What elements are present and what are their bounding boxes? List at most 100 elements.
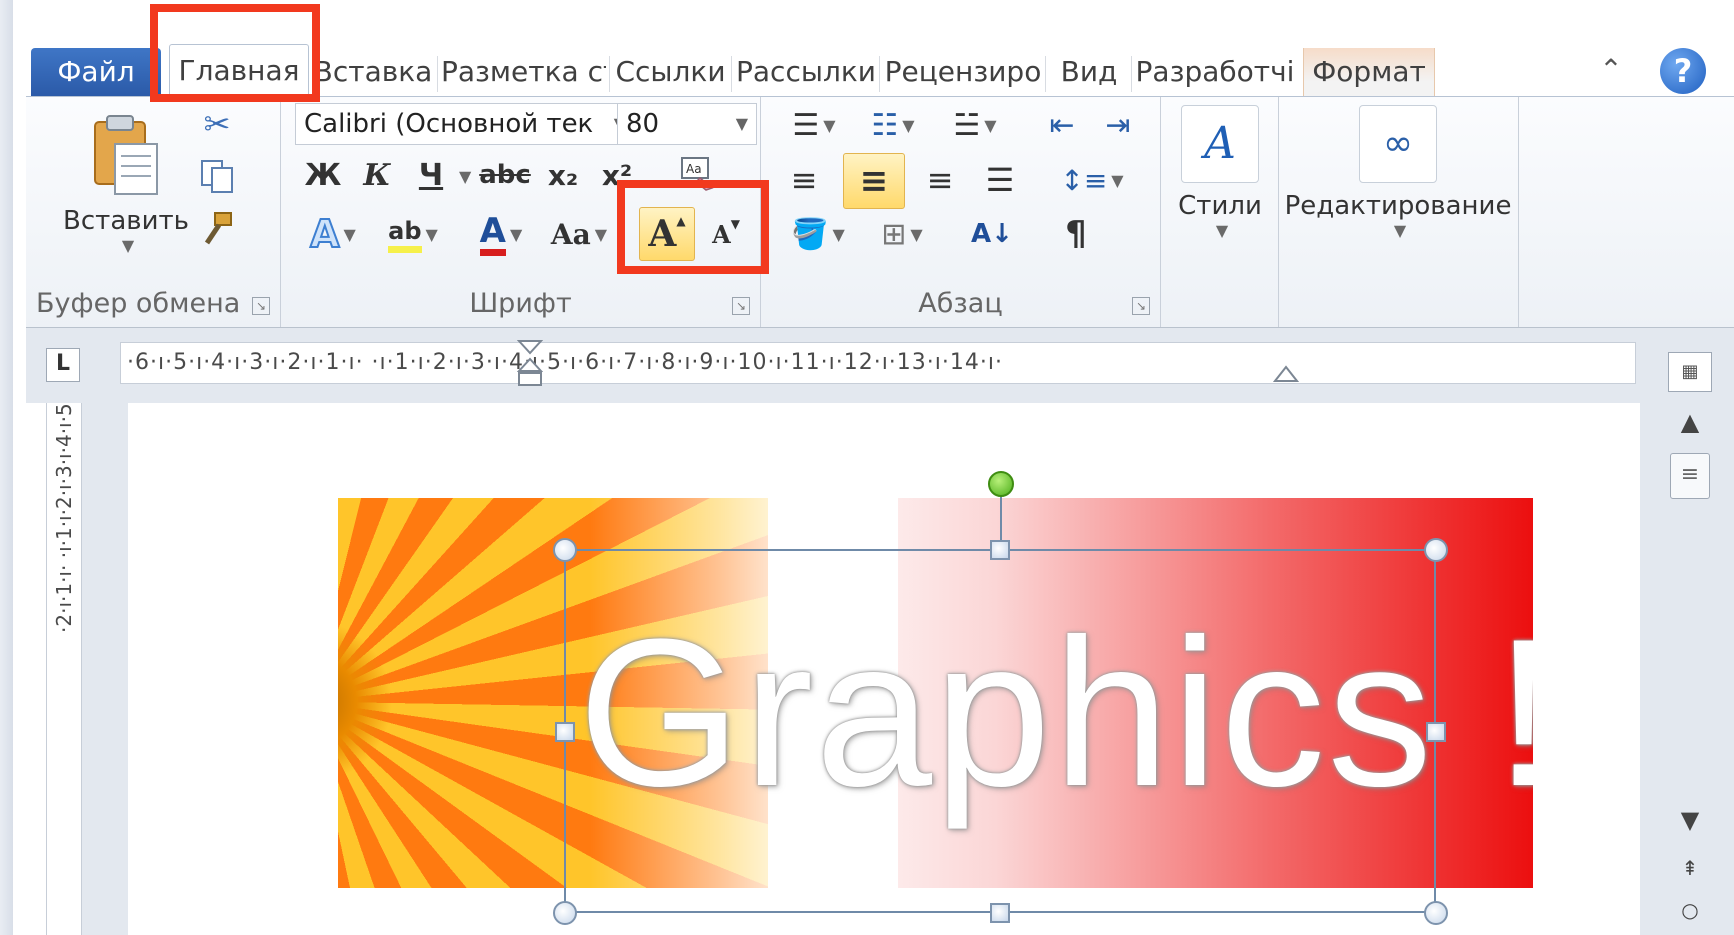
previous-page-icon[interactable]: ⇞ bbox=[1668, 846, 1712, 890]
tab-developer[interactable]: Разработчі bbox=[1135, 48, 1295, 96]
editing-dropdown-icon[interactable]: ▼ bbox=[1394, 221, 1406, 240]
tab-page-layout[interactable]: Разметка ст bbox=[441, 48, 606, 96]
right-indent-handle[interactable] bbox=[1273, 353, 1299, 407]
line-spacing-button[interactable]: ↕≡ ▼ bbox=[1057, 155, 1127, 205]
cut-button[interactable]: ✂ bbox=[194, 101, 240, 147]
text-effects-button[interactable]: A ▼ bbox=[301, 209, 365, 259]
bold-button[interactable]: Ж bbox=[301, 153, 345, 197]
horizontal-ruler[interactable]: ·6·ı·5·ı·4·ı·3·ı·2·ı·1·ı· ·ı·1·ı·2·ı·3·ı… bbox=[120, 340, 1636, 386]
sort-button[interactable]: А↓ bbox=[967, 209, 1017, 259]
strikethrough-button[interactable]: abc bbox=[477, 153, 533, 197]
vertical-ruler[interactable]: ·2·ı·1·ı· ·ı·1·ı·2·ı·3·ı·4·ı·5 bbox=[46, 403, 82, 935]
paste-dropdown-icon[interactable]: ▼ bbox=[122, 236, 134, 255]
first-line-indent-handle[interactable] bbox=[517, 339, 543, 393]
align-right-button[interactable]: ≡ bbox=[915, 155, 965, 205]
paste-label: Вставить bbox=[63, 205, 189, 236]
resize-handle-bottom[interactable] bbox=[990, 903, 1010, 923]
borders-button[interactable]: ⊞ ▼ bbox=[865, 209, 939, 259]
format-painter-icon bbox=[204, 212, 232, 245]
group-clipboard: Вставить ▼ ✂ Буфер обмена ↘ bbox=[26, 97, 281, 327]
underline-dropdown-icon[interactable]: ▼ bbox=[459, 167, 471, 186]
superscript-button[interactable]: x² bbox=[595, 153, 639, 197]
help-icon[interactable]: ? bbox=[1660, 48, 1706, 94]
numbering-dropdown-icon[interactable]: ▼ bbox=[902, 116, 914, 135]
subscript-button[interactable]: x₂ bbox=[541, 153, 585, 197]
copy-button[interactable] bbox=[194, 153, 240, 199]
resize-handle-bottom-left[interactable] bbox=[553, 901, 577, 925]
browse-object-icon[interactable]: ○ bbox=[1668, 888, 1712, 932]
shrink-font-icon: A bbox=[712, 219, 731, 249]
decrease-indent-icon: ⇤ bbox=[1049, 107, 1075, 143]
scroll-down-icon[interactable]: ▼ bbox=[1668, 798, 1712, 842]
text-effects-icon: A bbox=[309, 211, 340, 257]
underline-button[interactable]: Ч bbox=[409, 153, 453, 197]
tab-view[interactable]: Вид bbox=[1049, 48, 1129, 96]
tab-mailings[interactable]: Рассылки bbox=[735, 48, 877, 96]
increase-indent-button[interactable]: ⇥ bbox=[1093, 103, 1143, 147]
align-right-icon: ≡ bbox=[926, 161, 954, 199]
clear-formatting-button[interactable]: Aa bbox=[673, 151, 723, 195]
multilevel-dropdown-icon[interactable]: ▼ bbox=[984, 116, 996, 135]
font-size-value: 80 bbox=[626, 109, 660, 139]
font-color-dropdown-icon[interactable]: ▼ bbox=[510, 225, 522, 244]
text-effects-dropdown-icon[interactable]: ▼ bbox=[344, 225, 356, 244]
shading-button[interactable]: 🪣 ▼ bbox=[781, 209, 855, 259]
borders-dropdown-icon[interactable]: ▼ bbox=[910, 225, 922, 244]
highlight-color-button[interactable]: ab ▼ bbox=[373, 209, 453, 259]
highlight-dropdown-icon[interactable]: ▼ bbox=[426, 225, 438, 244]
change-case-button[interactable]: Aa ▼ bbox=[543, 209, 615, 259]
line-spacing-dropdown-icon[interactable]: ▼ bbox=[1111, 171, 1123, 190]
clipboard-launcher-icon[interactable]: ↘ bbox=[252, 297, 270, 315]
ribbon-tab-bar: Файл Главная Вставка Разметка ст Ссылки … bbox=[13, 18, 1734, 98]
shrink-font-button[interactable]: A ▼ bbox=[701, 207, 751, 261]
tab-insert[interactable]: Вставка bbox=[311, 48, 435, 96]
numbering-button[interactable]: ☷ ▼ bbox=[857, 103, 929, 147]
resize-handle-bottom-right[interactable] bbox=[1424, 901, 1448, 925]
bullets-dropdown-icon[interactable]: ▼ bbox=[823, 116, 835, 135]
view-ruler-icon[interactable]: ▦ bbox=[1668, 352, 1712, 392]
align-center-button[interactable]: ≡ bbox=[843, 153, 905, 209]
minimize-ribbon-icon[interactable]: ⌃ bbox=[1593, 52, 1629, 88]
multilevel-list-button[interactable]: ☱ ▼ bbox=[939, 103, 1011, 147]
tab-file[interactable]: Файл bbox=[31, 48, 161, 96]
font-size-dropdown-icon[interactable]: ▼ bbox=[736, 104, 748, 144]
resize-handle-right[interactable] bbox=[1426, 722, 1446, 742]
decrease-indent-button[interactable]: ⇤ bbox=[1037, 103, 1087, 147]
font-size-combo[interactable]: 80 ▼ bbox=[617, 103, 757, 145]
show-formatting-button[interactable]: ¶ bbox=[1051, 209, 1101, 259]
tab-references[interactable]: Ссылки bbox=[613, 48, 728, 96]
editing-button[interactable]: ∞ Редактирование ▼ bbox=[1285, 97, 1511, 247]
paragraph-launcher-icon[interactable]: ↘ bbox=[1132, 297, 1150, 315]
scrollbar-thumb[interactable]: ≡ bbox=[1670, 453, 1710, 499]
tab-format[interactable]: Формат bbox=[1303, 48, 1435, 96]
resize-handle-top[interactable] bbox=[990, 540, 1010, 560]
paste-button[interactable]: Вставить ▼ bbox=[56, 103, 196, 263]
scroll-up-icon[interactable]: ▲ bbox=[1668, 400, 1712, 444]
font-color-button[interactable]: A ▼ bbox=[461, 209, 541, 259]
font-name-combo[interactable]: Calibri (Основной тек ▼ bbox=[295, 103, 635, 145]
bullets-button[interactable]: ☰ ▼ bbox=[781, 103, 847, 147]
grow-arrow-icon: ▲ bbox=[676, 214, 686, 228]
scissors-icon: ✂ bbox=[203, 105, 231, 143]
justify-button[interactable]: ☰ bbox=[975, 155, 1025, 205]
copy-icon bbox=[201, 160, 233, 193]
styles-button[interactable]: A Стили ▼ bbox=[1167, 97, 1273, 247]
vertical-scrollbar[interactable]: ▦ ▲ ≡ ▼ ⇞ ○ bbox=[1648, 328, 1734, 935]
align-left-button[interactable]: ≡ bbox=[779, 155, 829, 205]
textbox-selection-frame[interactable] bbox=[564, 549, 1436, 913]
rotation-handle[interactable] bbox=[988, 471, 1014, 497]
tab-review[interactable]: Рецензиро bbox=[883, 48, 1043, 96]
grow-font-button[interactable]: A ▲ bbox=[639, 207, 695, 261]
font-launcher-icon[interactable]: ↘ bbox=[732, 297, 750, 315]
change-case-dropdown-icon[interactable]: ▼ bbox=[595, 225, 607, 244]
ribbon-home: Вставить ▼ ✂ Буфер обмена ↘ Calibri (Осн… bbox=[26, 96, 1734, 328]
format-painter-button[interactable] bbox=[194, 207, 240, 253]
resize-handle-top-left[interactable] bbox=[553, 538, 577, 562]
styles-dropdown-icon[interactable]: ▼ bbox=[1216, 221, 1228, 240]
resize-handle-top-right[interactable] bbox=[1424, 538, 1448, 562]
resize-handle-left[interactable] bbox=[555, 722, 575, 742]
tab-home[interactable]: Главная bbox=[169, 44, 309, 98]
shading-dropdown-icon[interactable]: ▼ bbox=[833, 225, 845, 244]
tab-selector-button[interactable]: L bbox=[46, 348, 80, 382]
italic-button[interactable]: К bbox=[355, 153, 399, 197]
